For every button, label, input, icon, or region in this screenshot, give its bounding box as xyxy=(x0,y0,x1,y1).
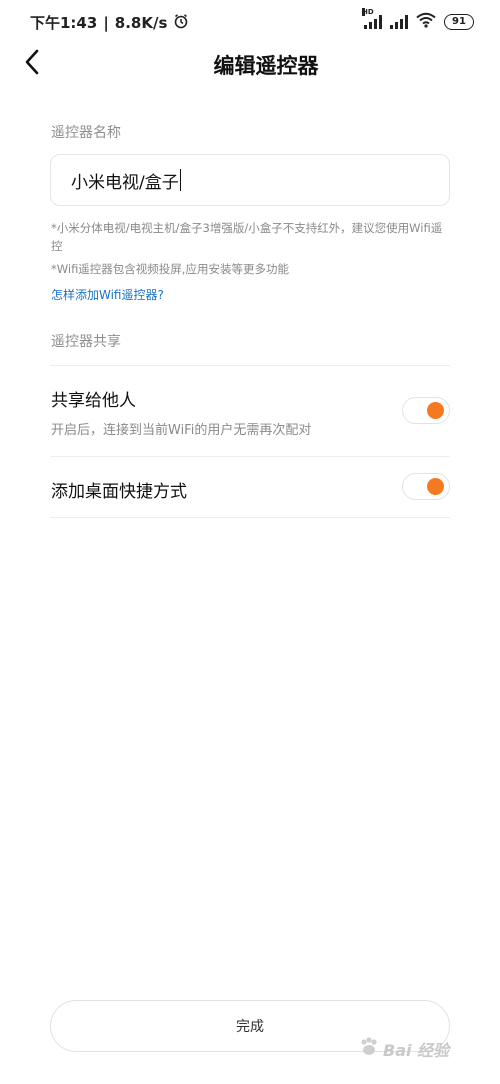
status-net-speed: 8.8K/s xyxy=(114,13,168,32)
page-title: 编辑遥控器 xyxy=(213,54,319,78)
shortcut-toggle-knob xyxy=(427,478,444,495)
watermark-text: Bai 经验 xyxy=(383,1041,450,1060)
remote-name-value: 小米电视/盒子 xyxy=(71,172,179,193)
ir-note: *小米分体电视/电视主机/盒子3增强版/小盒子不支持红外，建议您使用Wifi遥控 xyxy=(51,221,443,253)
divider xyxy=(50,365,450,366)
desktop-shortcut-title: 添加桌面快捷方式 xyxy=(51,482,187,502)
share-with-others-title: 共享给他人 xyxy=(51,391,136,411)
baidu-watermark: Bai 经验 xyxy=(358,1032,478,1066)
done-button-label: 完成 xyxy=(236,1019,264,1035)
divider xyxy=(50,456,450,457)
status-left: 下午1:43 | 8.8K/s xyxy=(30,12,189,33)
share-toggle[interactable] xyxy=(402,397,450,424)
share-with-others-subtitle: 开启后，连接到当前WiFi的用户无需再次配对 xyxy=(51,423,312,438)
battery-icon: 91 xyxy=(444,14,474,30)
status-time: 下午1:43 xyxy=(30,14,98,32)
signal-icon xyxy=(390,15,408,29)
remote-name-input[interactable]: 小米电视/盒子 xyxy=(50,154,450,206)
wifi-icon xyxy=(416,12,436,32)
wifi-note: *Wifi遥控器包含视频投屏,应用安装等更多功能 xyxy=(51,262,289,276)
share-toggle-knob xyxy=(427,402,444,419)
shortcut-toggle[interactable] xyxy=(402,473,450,500)
status-bar: 下午1:43 | 8.8K/s HD 91 xyxy=(0,0,500,44)
remote-share-label: 遥控器共享 xyxy=(51,334,121,350)
battery-level: 91 xyxy=(452,16,466,27)
hd-signal-icon: HD xyxy=(362,8,382,29)
alarm-icon xyxy=(173,13,189,33)
text-caret xyxy=(179,169,182,191)
remote-name-label: 遥控器名称 xyxy=(51,125,121,141)
divider xyxy=(50,517,450,518)
status-separator: | xyxy=(103,13,109,32)
add-wifi-remote-link[interactable]: 怎样添加Wifi遥控器? xyxy=(51,286,164,303)
status-right: HD 91 xyxy=(362,8,474,32)
hd-label: HD xyxy=(362,8,374,16)
paw-logo-icon xyxy=(358,1036,380,1062)
